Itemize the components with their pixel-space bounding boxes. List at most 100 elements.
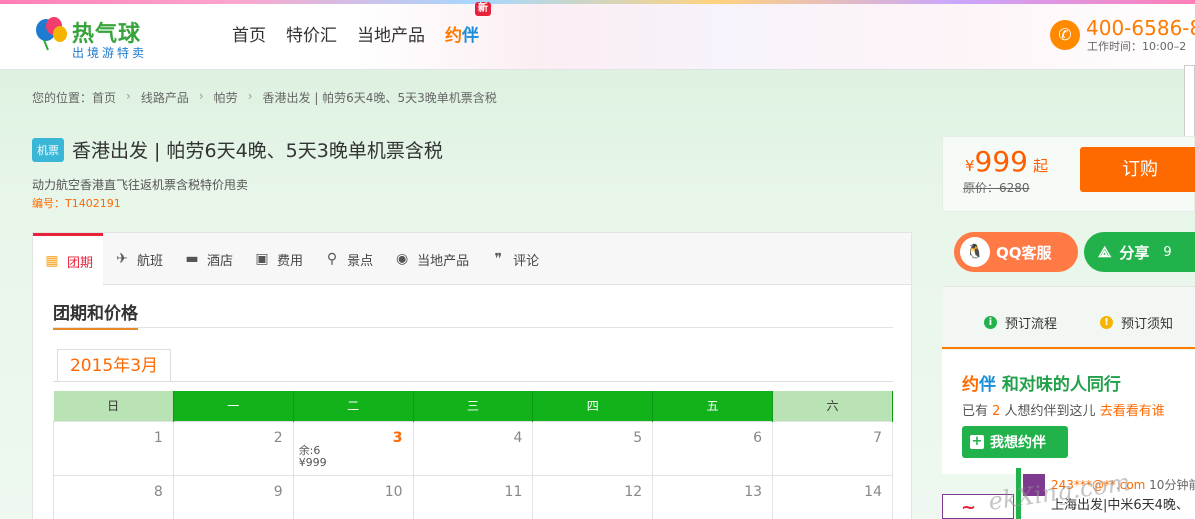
pin-icon: ◉: [395, 251, 409, 267]
section-divider: [53, 327, 893, 328]
yueban-info: 已有 2 人想约伴到这儿 去看看有谁: [962, 400, 1165, 419]
promo-glyph: ~: [961, 497, 977, 518]
breadcrumb-line-products[interactable]: 线路产品: [141, 89, 189, 106]
section-title: 团期和价格: [53, 299, 138, 330]
plus-icon: +: [970, 434, 984, 449]
day-number: 12: [624, 483, 643, 500]
hotline-number: 400-6586-8: [1086, 16, 1195, 40]
main-panel: ▦ 团期 ✈ 航班 ▬ 酒店 ▣ 费用 ⚲ 景点 ◉ 当地产品 ❞ 评论 团期和…: [32, 232, 912, 519]
breadcrumb: 您的位置： 首页 › 线路产品 › 帕劳 › 香港出发 | 帕劳6天4晚、5天3…: [32, 89, 497, 106]
calendar-day: 14: [772, 474, 893, 519]
weekday-header: 一: [173, 391, 294, 421]
qq-service-button[interactable]: 🐧 QQ客服: [954, 232, 1078, 272]
original-price: 原价：6280: [963, 181, 1030, 195]
weekday-header: 三: [413, 391, 534, 421]
weekday-header: 二: [293, 391, 414, 421]
nav-yueban[interactable]: 约伴新: [445, 2, 491, 46]
logo-slogan: 出境游特卖: [72, 46, 148, 60]
calendar-day: 5: [532, 420, 654, 476]
day-number: 10: [384, 483, 403, 500]
yueban-part1: 约: [962, 375, 979, 395]
schedule-calendar: 日 一 二 三 四 五 六 1 2 3 余:6 ¥999 4 5 6 7 8 9…: [53, 391, 893, 519]
tab-fees[interactable]: ▣ 费用: [243, 233, 313, 285]
calendar-day: 1: [53, 420, 174, 476]
ticket-tag: 机票: [32, 137, 64, 162]
nav-yueban-part1: 约: [445, 26, 462, 46]
breadcrumb-sep: ›: [126, 89, 131, 103]
day-number: 5: [633, 429, 643, 446]
day-number: 8: [153, 483, 163, 500]
tab-flight[interactable]: ✈ 航班: [103, 233, 173, 285]
day-number: 4: [513, 429, 523, 446]
nav-deals[interactable]: 特价汇: [286, 21, 337, 46]
tab-label: 评论: [513, 253, 540, 269]
weekday-header: 六: [772, 391, 893, 421]
booking-notice-link[interactable]: ! 预订须知: [1100, 313, 1173, 332]
weekday-header: 五: [652, 391, 774, 421]
breadcrumb-home[interactable]: 首页: [92, 89, 116, 106]
breadcrumb-sep: ›: [198, 89, 204, 103]
tab-label: 费用: [277, 253, 304, 269]
work-time: 工作时间：10:00–2: [1087, 40, 1187, 53]
calendar-day: 11: [412, 474, 534, 519]
breadcrumb-palau[interactable]: 帕劳: [214, 89, 238, 106]
yueban-info-prefix: 已有: [962, 404, 993, 419]
tab-reviews[interactable]: ❞ 评论: [479, 233, 549, 285]
day-price: ¥999: [298, 455, 327, 469]
want-yueban-label: 我想约伴: [990, 435, 1046, 451]
booking-info-box: i 预订流程 ! 预订须知: [942, 286, 1195, 349]
tab-local-products[interactable]: ◉ 当地产品: [383, 233, 479, 285]
product-subtitle: 动力航空香港直飞往返机票含税特价甩卖: [32, 178, 249, 192]
yueban-link[interactable]: 去看看有谁: [1100, 404, 1165, 419]
yueban-info-mid: 人想约伴到这儿: [1000, 404, 1100, 419]
site-logo[interactable]: 热气球 出境游特卖: [34, 12, 164, 60]
book-button[interactable]: 订购: [1080, 147, 1195, 192]
booking-notice-label: 预订须知: [1121, 317, 1174, 332]
tab-schedule[interactable]: ▦ 团期: [33, 233, 104, 286]
price-value: 999: [974, 145, 1028, 178]
breadcrumb-sep: ›: [247, 89, 253, 103]
nav-local-products[interactable]: 当地产品: [357, 21, 425, 46]
booking-process-link[interactable]: i 预订流程: [984, 313, 1057, 332]
day-number: 9: [273, 483, 283, 500]
calendar-day: 13: [652, 474, 774, 519]
yueban-panel: 约伴 和对味的人同行 已有 2 人想约伴到这儿 去看看有谁 + 我想约伴: [942, 350, 1195, 474]
location-icon: ⚲: [326, 251, 338, 267]
calendar-day: 6: [652, 420, 774, 476]
breadcrumb-current: 香港出发 | 帕劳6天4晚、5天3晚单机票含税: [262, 91, 497, 105]
day-number: 7: [873, 429, 882, 446]
tab-label: 当地产品: [417, 253, 470, 269]
calendar-day: 9: [172, 474, 294, 519]
day-number: 3: [392, 429, 403, 446]
price-box: ¥999 起 原价：6280 订购: [942, 136, 1195, 212]
tab-hotel[interactable]: ▬ 酒店: [173, 233, 243, 285]
plane-icon: ✈: [116, 251, 128, 267]
tab-label: 航班: [137, 253, 164, 269]
tab-attractions[interactable]: ⚲ 景点: [313, 233, 383, 285]
nav-home[interactable]: 首页: [232, 21, 266, 46]
nav-yueban-part2: 伴: [462, 26, 479, 46]
wallet-icon: ▣: [255, 251, 269, 267]
day-number: 11: [504, 483, 523, 500]
day-number: 1: [153, 429, 163, 446]
booking-process-label: 预订流程: [1005, 317, 1058, 332]
product-title-row: 机票 香港出发 | 帕劳6天4晚、5天3晚单机票含税: [32, 136, 443, 163]
tab-label: 团期: [67, 255, 94, 271]
calendar-day: 2: [172, 420, 294, 476]
month-tab[interactable]: 2015年3月: [57, 349, 171, 382]
month-divider: [53, 381, 893, 382]
balloon-logo-icon: [36, 17, 67, 51]
tab-label: 景点: [347, 253, 374, 269]
day-number: 6: [753, 429, 763, 446]
header-color-strip: [0, 0, 1195, 4]
share-label: 分享: [1119, 243, 1150, 262]
yueban-heading: 约伴 和对味的人同行: [962, 370, 1121, 395]
main-nav: 首页 特价汇 当地产品 约伴新: [232, 2, 491, 46]
calendar-day: 10: [292, 474, 414, 519]
share-button[interactable]: ⟁ 分享 9: [1084, 232, 1195, 272]
breadcrumb-label: 您的位置：: [32, 91, 93, 105]
want-yueban-button[interactable]: + 我想约伴: [962, 426, 1068, 458]
day-number: 14: [864, 483, 882, 500]
calendar-day-available[interactable]: 3 余:6 ¥999: [292, 420, 414, 476]
qq-penguin-icon: 🐧: [960, 237, 990, 267]
